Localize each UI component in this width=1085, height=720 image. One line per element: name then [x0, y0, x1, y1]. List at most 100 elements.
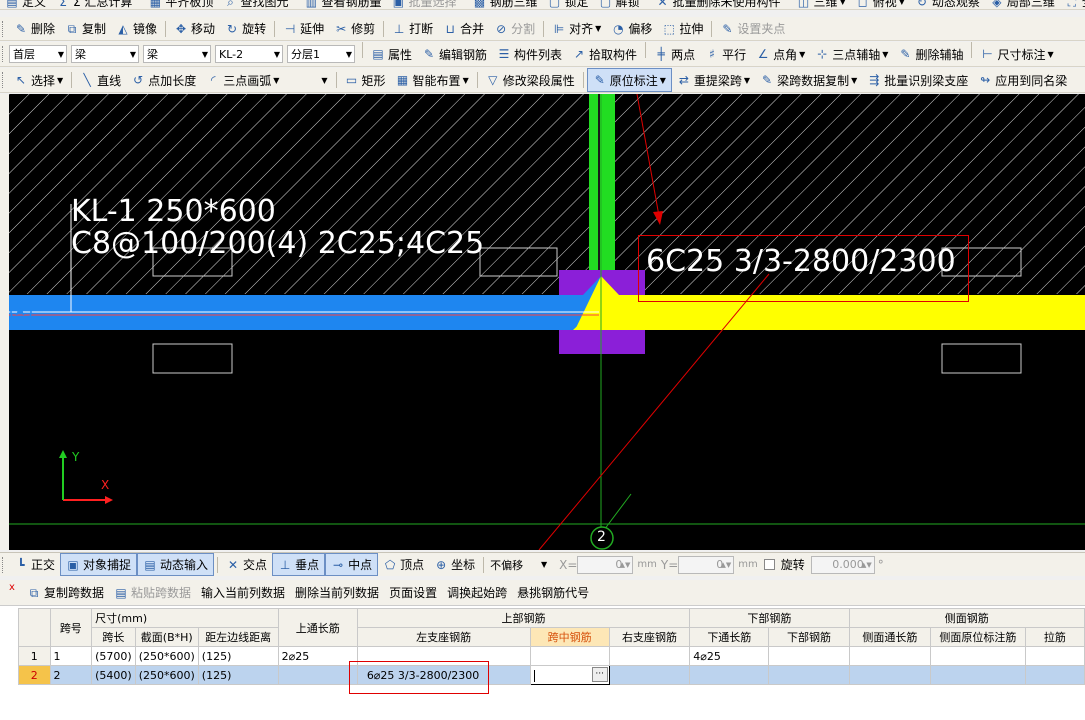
layer-select[interactable]: 分层1 ▼	[287, 45, 355, 63]
text-button[interactable]: 悬挑钢筋代号	[512, 580, 594, 605]
chevron-down-icon[interactable]: ▼	[595, 24, 601, 33]
3d-button[interactable]: ◫ 三维 ▼	[792, 0, 851, 9]
split-button[interactable]: ⊘ 分割	[489, 17, 540, 40]
copy-span-button[interactable]: ⧉ 复制跨数据	[22, 580, 109, 605]
apply-same-button[interactable]: ↬ 应用到同名梁	[973, 68, 1072, 92]
dimension-button[interactable]: ⊢ 尺寸标注 ▼	[975, 42, 1058, 66]
find-button[interactable]: ⌕ 查找图元	[218, 0, 293, 9]
toolbar-grip[interactable]	[2, 556, 5, 573]
align-button[interactable]: ⊫ 对齐 ▼	[547, 17, 606, 40]
cell-tie[interactable]	[1024, 665, 1085, 685]
two-point-button[interactable]: ╪ 两点	[649, 42, 700, 66]
ortho-button[interactable]: ┗ 正交	[9, 553, 60, 576]
subtype-select[interactable]: 梁 ▼	[143, 45, 211, 63]
cell-left-dist[interactable]: (125)	[197, 646, 279, 666]
cell-bottom-part[interactable]	[768, 646, 850, 666]
rebar-3d-button[interactable]: ▩ 钢筋三维	[467, 0, 542, 9]
move-button[interactable]: ✥ 移动	[169, 17, 220, 40]
toolbar-grip[interactable]	[2, 72, 5, 88]
text-button[interactable]: 删除当前列数据	[290, 580, 384, 605]
y-input[interactable]: 0 ▲▼	[678, 555, 735, 574]
line-button[interactable]: ╲ 直线	[75, 68, 126, 92]
table-row-selected[interactable]: 2 2 (5400) (250*600) (125) 6⌀25 3/3-2800…	[18, 665, 1085, 685]
rotate-checkbox[interactable]	[763, 559, 775, 570]
select-button[interactable]: ↖ 选择 ▼	[9, 68, 68, 92]
chevron-down-icon[interactable]: ▼	[57, 76, 63, 85]
smart-layout-button[interactable]: ▦ 智能布置 ▼	[391, 68, 474, 92]
component-select[interactable]: KL-2 ▼	[215, 45, 283, 63]
chevron-down-icon[interactable]: ▼	[660, 76, 666, 85]
midpoint-button[interactable]: ⊸ 中点	[325, 553, 379, 576]
cell-section[interactable]: (250*600)	[134, 646, 199, 666]
cell-side-through[interactable]	[848, 665, 932, 685]
lock-button[interactable]: ▢ 锁定	[543, 0, 594, 9]
batch-support-button[interactable]: ⇶ 批量识别梁支座	[862, 68, 973, 92]
cell-span[interactable]: 2	[49, 665, 93, 685]
fullscreen-button[interactable]: ⛶全屏	[1060, 0, 1085, 9]
point-angle-button[interactable]: ∠ 点角 ▼	[751, 42, 810, 66]
object-snap-button[interactable]: ▣ 对象捕捉	[60, 553, 138, 576]
vertex-button[interactable]: ⬠ 顶点	[378, 553, 429, 576]
in-situ-button[interactable]: ✎ 原位标注 ▼	[586, 68, 672, 92]
cell-span-len[interactable]: (5400)	[91, 665, 136, 685]
unlock-button[interactable]: ▢ 解锁	[594, 0, 645, 9]
orbit-button[interactable]: ↻ 动态观察	[910, 0, 985, 9]
chevron-down-icon[interactable]: ▼	[463, 76, 469, 85]
text-button[interactable]: 调换起始跨	[442, 580, 512, 605]
perpendicular-button[interactable]: ⊥ 垂点	[272, 553, 326, 576]
local-3d-button[interactable]: ◈ 局部三维	[985, 0, 1060, 9]
cell-bottom-part[interactable]	[768, 665, 850, 685]
cell-tie[interactable]	[1024, 646, 1085, 666]
cell-mid-span[interactable]	[529, 646, 610, 666]
trim-button[interactable]: ✂ 修剪	[329, 17, 380, 40]
rotate-button[interactable]: ↻ 旋转	[220, 17, 271, 40]
toolbar-grip[interactable]	[2, 20, 5, 37]
three-point-button[interactable]: ⊹ 三点辅轴 ▼	[810, 42, 893, 66]
close-icon[interactable]: x	[9, 582, 15, 593]
batch-select-button[interactable]: ▣ 批量选择	[386, 0, 461, 9]
chevron-down-icon[interactable]: ▼	[840, 0, 846, 6]
intersection-button[interactable]: ✕ 交点	[221, 553, 272, 576]
row-number[interactable]: 1	[18, 646, 51, 666]
merge-button[interactable]: ⊔ 合并	[438, 17, 489, 40]
grip-button[interactable]: ✎ 设置夹点	[715, 17, 790, 40]
chevron-down-icon[interactable]: ▼	[321, 76, 327, 85]
dynamic-input-button[interactable]: ▤ 动态输入	[137, 553, 215, 576]
cell-right-support[interactable]	[608, 646, 691, 666]
cell-bottom-through[interactable]	[689, 665, 770, 685]
text-button[interactable]: 输入当前列数据	[196, 580, 290, 605]
cell-side-through[interactable]	[848, 646, 932, 666]
table-row[interactable]: 1 1 (5700) (250*600) (125) 2⌀25 4⌀25	[18, 646, 1085, 666]
parallel-button[interactable]: ♯ 平行	[700, 42, 751, 66]
chevron-down-icon[interactable]: ▼	[882, 50, 888, 59]
cell-section[interactable]: (250*600)	[134, 665, 199, 685]
cell-mid-span-editing[interactable]: ···	[529, 665, 610, 685]
define-button[interactable]: ▤ 定义	[0, 0, 51, 9]
ellipsis-button[interactable]: ···	[591, 667, 608, 682]
drawing-canvas[interactable]: KL-1 250*600 C8@100/200(4) 2C25;4C25 6C2…	[9, 94, 1085, 550]
cell-span[interactable]: 1	[49, 646, 93, 666]
extend-button[interactable]: ⊣ 延伸	[278, 17, 329, 40]
text-button[interactable]: 页面设置	[384, 580, 442, 605]
top-view-button[interactable]: ◻ 俯视 ▼	[851, 0, 910, 9]
chevron-down-icon[interactable]: ▼	[799, 50, 805, 59]
x-input[interactable]: 0 ▲▼	[577, 555, 634, 574]
chevron-down-icon[interactable]: ▼	[899, 0, 905, 6]
pick-button[interactable]: ↗ 拾取构件	[567, 42, 642, 66]
chevron-down-icon[interactable]: ▼	[851, 76, 857, 85]
cell-right-support[interactable]	[608, 665, 691, 685]
rect-button[interactable]: ▭ 矩形	[340, 68, 391, 92]
cell-side-in-situ[interactable]	[930, 665, 1026, 685]
break-button[interactable]: ⊥ 打断	[387, 17, 438, 40]
chevron-down-icon[interactable]: ▼	[273, 76, 279, 85]
toolbar-grip[interactable]	[2, 46, 5, 62]
row-number[interactable]: 2	[18, 665, 51, 685]
list-button[interactable]: ☰ 构件列表	[492, 42, 567, 66]
floor-select[interactable]: 首层 ▼	[9, 45, 67, 63]
cell-top-through[interactable]	[277, 665, 358, 685]
property-button[interactable]: ▤ 属性	[366, 42, 417, 66]
paste-span-button[interactable]: ▤ 粘贴跨数据	[109, 580, 196, 605]
rotate-input[interactable]: 0.000 ▲▼	[810, 555, 875, 574]
cell-side-in-situ[interactable]	[930, 646, 1026, 666]
delete-axis-button[interactable]: ✎ 删除辅轴	[893, 42, 968, 66]
